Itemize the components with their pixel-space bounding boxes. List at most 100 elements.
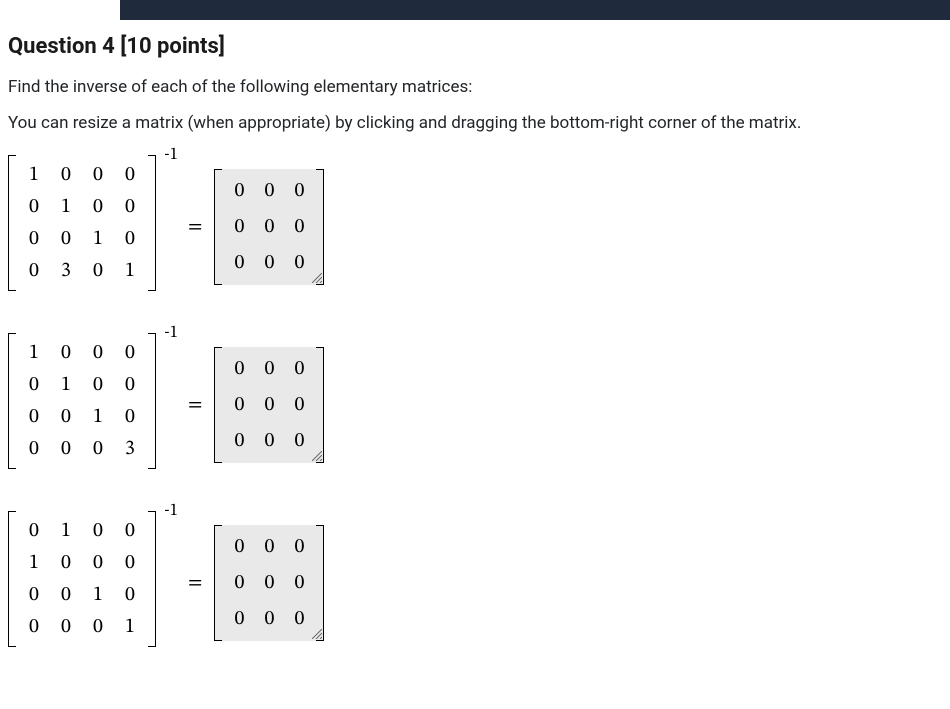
matrix-cell: 0 bbox=[18, 223, 50, 255]
problem-row-1: 1000010000100301-1=000000000 bbox=[8, 155, 942, 299]
matrix-cell: 0 bbox=[50, 433, 82, 465]
answer-matrix-cell[interactable]: 0 bbox=[284, 529, 314, 565]
answer-matrix-cell[interactable]: 0 bbox=[224, 565, 254, 601]
matrix-cell: 0 bbox=[50, 401, 82, 433]
answer-matrix-cell[interactable]: 0 bbox=[284, 601, 314, 637]
answer-matrix[interactable]: 000000000 bbox=[214, 347, 324, 463]
given-matrix: 0100100000100001 bbox=[8, 511, 156, 647]
answer-matrix-cell[interactable]: 0 bbox=[284, 173, 314, 209]
answer-matrix-cell[interactable]: 0 bbox=[254, 565, 284, 601]
matrix-cell: 1 bbox=[18, 547, 50, 579]
matrix-cell: 0 bbox=[18, 433, 50, 465]
matrix-cell: 0 bbox=[18, 515, 50, 547]
matrix-cell: 1 bbox=[18, 337, 50, 369]
inverse-exponent: -1 bbox=[164, 501, 178, 522]
inverse-exponent: -1 bbox=[164, 145, 178, 166]
matrix-cell: 0 bbox=[50, 223, 82, 255]
matrix-cell: 0 bbox=[82, 255, 114, 287]
given-matrix-wrapper: 1000010000100301-1 bbox=[8, 155, 156, 299]
answer-matrix-cell[interactable]: 0 bbox=[284, 565, 314, 601]
answer-matrix-cell[interactable]: 0 bbox=[254, 423, 284, 459]
answer-matrix-cell[interactable]: 0 bbox=[224, 351, 254, 387]
matrix-cell: 1 bbox=[82, 579, 114, 611]
answer-matrix-cell[interactable]: 0 bbox=[254, 387, 284, 423]
problem-row-2: 1000010000100003-1=000000000 bbox=[8, 333, 942, 477]
given-matrix-wrapper: 1000010000100003-1 bbox=[8, 333, 156, 477]
matrix-cell: 1 bbox=[50, 515, 82, 547]
answer-matrix-cell[interactable]: 0 bbox=[254, 209, 284, 245]
question-prompt: Find the inverse of each of the followin… bbox=[8, 77, 942, 97]
resize-handle-icon[interactable] bbox=[312, 273, 322, 283]
matrix-cell: 1 bbox=[114, 255, 146, 287]
matrix-cell: 1 bbox=[114, 611, 146, 643]
answer-matrix[interactable]: 000000000 bbox=[214, 169, 324, 285]
answer-matrix-cell[interactable]: 0 bbox=[284, 387, 314, 423]
answer-matrix-cell[interactable]: 0 bbox=[224, 245, 254, 281]
matrix-cell: 0 bbox=[82, 547, 114, 579]
matrix-cell: 1 bbox=[50, 369, 82, 401]
equals-sign: = bbox=[188, 393, 202, 418]
matrix-cell: 0 bbox=[18, 191, 50, 223]
matrix-cell: 1 bbox=[50, 191, 82, 223]
matrix-cell: 0 bbox=[18, 401, 50, 433]
question-content: Question 4 [10 points] Find the inverse … bbox=[0, 34, 950, 709]
matrix-cell: 0 bbox=[114, 191, 146, 223]
equals-sign: = bbox=[188, 215, 202, 240]
answer-matrix-cell[interactable]: 0 bbox=[254, 529, 284, 565]
answer-matrix-cell[interactable]: 0 bbox=[224, 423, 254, 459]
resize-handle-icon[interactable] bbox=[312, 629, 322, 639]
matrix-cell: 1 bbox=[82, 401, 114, 433]
answer-matrix-cell[interactable]: 0 bbox=[224, 601, 254, 637]
answer-matrix-cell[interactable]: 0 bbox=[224, 387, 254, 423]
answer-matrix-cell[interactable]: 0 bbox=[284, 209, 314, 245]
resize-handle-icon[interactable] bbox=[312, 451, 322, 461]
problems-container: 1000010000100301-1=000000000100001000010… bbox=[8, 155, 942, 655]
matrix-cell: 0 bbox=[82, 611, 114, 643]
matrix-cell: 0 bbox=[114, 159, 146, 191]
matrix-cell: 0 bbox=[50, 611, 82, 643]
matrix-cell: 3 bbox=[114, 433, 146, 465]
matrix-cell: 0 bbox=[82, 369, 114, 401]
answer-matrix-cell[interactable]: 0 bbox=[224, 209, 254, 245]
equals-sign: = bbox=[188, 571, 202, 596]
matrix-cell: 0 bbox=[82, 337, 114, 369]
matrix-cell: 0 bbox=[50, 547, 82, 579]
matrix-cell: 3 bbox=[50, 255, 82, 287]
matrix-cell: 0 bbox=[50, 159, 82, 191]
matrix-cell: 0 bbox=[18, 255, 50, 287]
given-matrix-wrapper: 0100100000100001-1 bbox=[8, 511, 156, 655]
matrix-cell: 0 bbox=[82, 191, 114, 223]
header-bar bbox=[120, 0, 950, 20]
answer-matrix-cell[interactable]: 0 bbox=[224, 529, 254, 565]
answer-matrix-cell[interactable]: 0 bbox=[254, 351, 284, 387]
matrix-cell: 1 bbox=[18, 159, 50, 191]
matrix-cell: 0 bbox=[50, 337, 82, 369]
matrix-cell: 0 bbox=[82, 515, 114, 547]
matrix-cell: 0 bbox=[114, 369, 146, 401]
answer-matrix-cell[interactable]: 0 bbox=[254, 245, 284, 281]
matrix-cell: 0 bbox=[114, 337, 146, 369]
matrix-cell: 0 bbox=[114, 223, 146, 255]
matrix-cell: 0 bbox=[18, 369, 50, 401]
matrix-cell: 0 bbox=[82, 159, 114, 191]
answer-matrix[interactable]: 000000000 bbox=[214, 525, 324, 641]
answer-matrix-cell[interactable]: 0 bbox=[284, 245, 314, 281]
answer-matrix-cell[interactable]: 0 bbox=[254, 173, 284, 209]
answer-matrix-cell[interactable]: 0 bbox=[284, 351, 314, 387]
matrix-cell: 0 bbox=[114, 579, 146, 611]
matrix-cell: 0 bbox=[82, 433, 114, 465]
answer-matrix-cell[interactable]: 0 bbox=[224, 173, 254, 209]
matrix-cell: 0 bbox=[18, 579, 50, 611]
answer-matrix-cell[interactable]: 0 bbox=[284, 423, 314, 459]
matrix-cell: 0 bbox=[114, 547, 146, 579]
question-hint: You can resize a matrix (when appropriat… bbox=[8, 113, 942, 133]
inverse-exponent: -1 bbox=[164, 323, 178, 344]
matrix-cell: 0 bbox=[114, 515, 146, 547]
matrix-cell: 1 bbox=[82, 223, 114, 255]
problem-row-3: 0100100000100001-1=000000000 bbox=[8, 511, 942, 655]
matrix-cell: 0 bbox=[114, 401, 146, 433]
matrix-cell: 0 bbox=[50, 579, 82, 611]
answer-matrix-cell[interactable]: 0 bbox=[254, 601, 284, 637]
given-matrix: 1000010000100301 bbox=[8, 155, 156, 291]
question-title: Question 4 [10 points] bbox=[8, 34, 942, 59]
